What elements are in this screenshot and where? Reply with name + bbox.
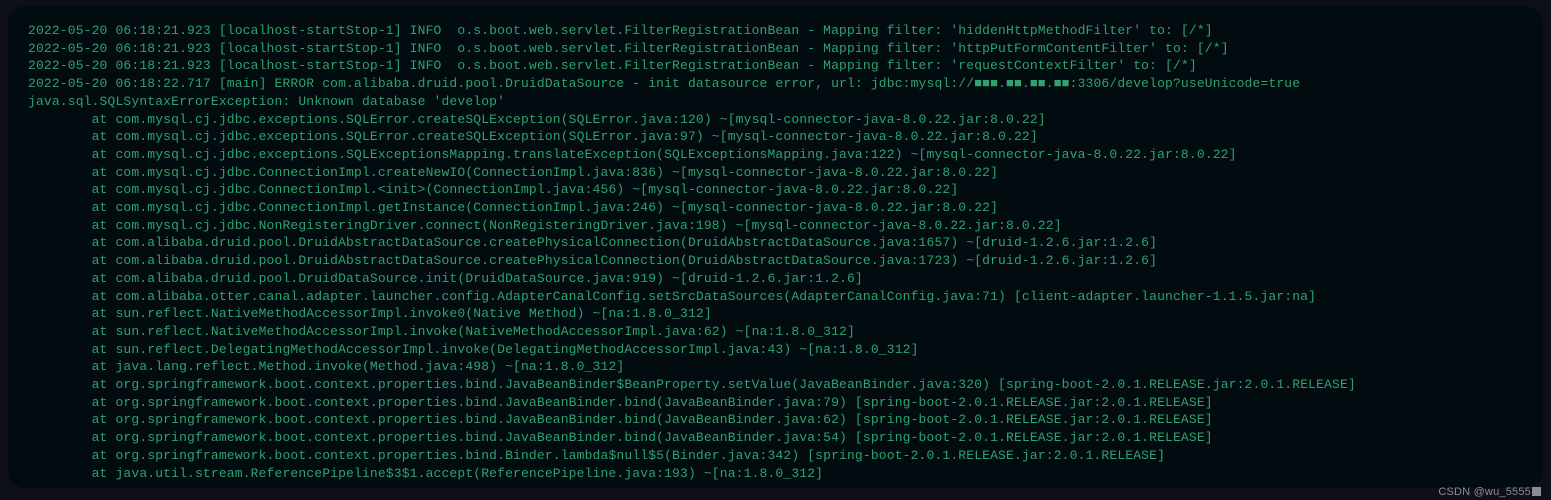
watermark-block-icon [1532, 487, 1541, 496]
log-line: at java.util.stream.ReferencePipeline$3$… [28, 465, 1523, 483]
log-line: at sun.reflect.DelegatingMethodAccessorI… [28, 341, 1523, 359]
watermark-text: CSDN @wu_5555 [1438, 486, 1531, 498]
log-line: at org.springframework.boot.context.prop… [28, 447, 1523, 465]
log-line: java.sql.SQLSyntaxErrorException: Unknow… [28, 93, 1523, 111]
log-line: at com.mysql.cj.jdbc.exceptions.SQLError… [28, 111, 1523, 129]
log-line: at com.mysql.cj.jdbc.ConnectionImpl.getI… [28, 199, 1523, 217]
log-line: at org.springframework.boot.context.prop… [28, 429, 1523, 447]
log-line: at com.mysql.cj.jdbc.NonRegisteringDrive… [28, 217, 1523, 235]
log-line: at org.springframework.boot.context.prop… [28, 394, 1523, 412]
terminal-log-panel[interactable]: 2022-05-20 06:18:21.923 [localhost-start… [8, 6, 1543, 488]
log-line: at com.alibaba.druid.pool.DruidAbstractD… [28, 252, 1523, 270]
log-line: 2022-05-20 06:18:21.923 [localhost-start… [28, 40, 1523, 58]
log-line: at com.mysql.cj.jdbc.exceptions.SQLError… [28, 128, 1523, 146]
log-line: at java.lang.reflect.Method.invoke(Metho… [28, 358, 1523, 376]
log-line: at sun.reflect.NativeMethodAccessorImpl.… [28, 323, 1523, 341]
log-line: at com.alibaba.druid.pool.DruidAbstractD… [28, 234, 1523, 252]
log-line: 2022-05-20 06:18:21.923 [localhost-start… [28, 22, 1523, 40]
log-line: at com.mysql.cj.jdbc.ConnectionImpl.<ini… [28, 181, 1523, 199]
log-line: at org.springframework.boot.context.prop… [28, 411, 1523, 429]
log-line: 2022-05-20 06:18:22.717 [main] ERROR com… [28, 75, 1523, 93]
log-line: at sun.reflect.NativeMethodAccessorImpl.… [28, 305, 1523, 323]
log-line: at org.springframework.boot.context.prop… [28, 376, 1523, 394]
log-line: at com.mysql.cj.jdbc.exceptions.SQLExcep… [28, 146, 1523, 164]
log-line: at com.mysql.cj.jdbc.ConnectionImpl.crea… [28, 164, 1523, 182]
log-line: at com.alibaba.otter.canal.adapter.launc… [28, 288, 1523, 306]
log-line: at com.alibaba.druid.pool.DruidDataSourc… [28, 270, 1523, 288]
log-line: 2022-05-20 06:18:21.923 [localhost-start… [28, 57, 1523, 75]
watermark-label: CSDN @wu_5555 [1438, 486, 1541, 498]
